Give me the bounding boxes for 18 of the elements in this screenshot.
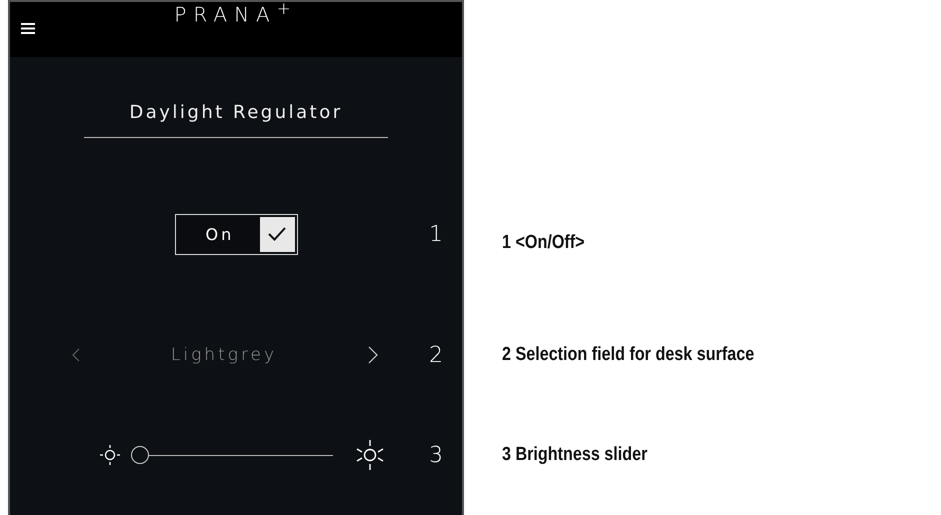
annotation-text: 3 Brightness slider	[502, 444, 648, 466]
slider-thumb[interactable]	[131, 446, 149, 464]
on-off-toggle[interactable]: On	[174, 214, 298, 254]
marker-number: 3	[428, 442, 444, 468]
check-icon	[267, 226, 287, 242]
chevron-right-icon[interactable]	[368, 346, 378, 364]
menu-icon[interactable]	[21, 23, 35, 34]
screen-title: Daylight Regulator	[129, 102, 343, 123]
checkbox[interactable]	[260, 216, 294, 252]
chevron-left-icon[interactable]	[72, 348, 80, 362]
annotation-text: 1 <On/Off>	[502, 232, 585, 254]
large-sun-icon	[355, 439, 385, 471]
annotation-text: 2 Selection field for desk surface	[502, 344, 754, 366]
surface-selection: Lightgrey	[170, 345, 278, 365]
small-sun-icon	[99, 444, 121, 466]
app-logo: PRANA$^{+}$	[174, 0, 298, 26]
marker-number: 1	[428, 222, 444, 246]
marker-number: 2	[428, 342, 444, 368]
